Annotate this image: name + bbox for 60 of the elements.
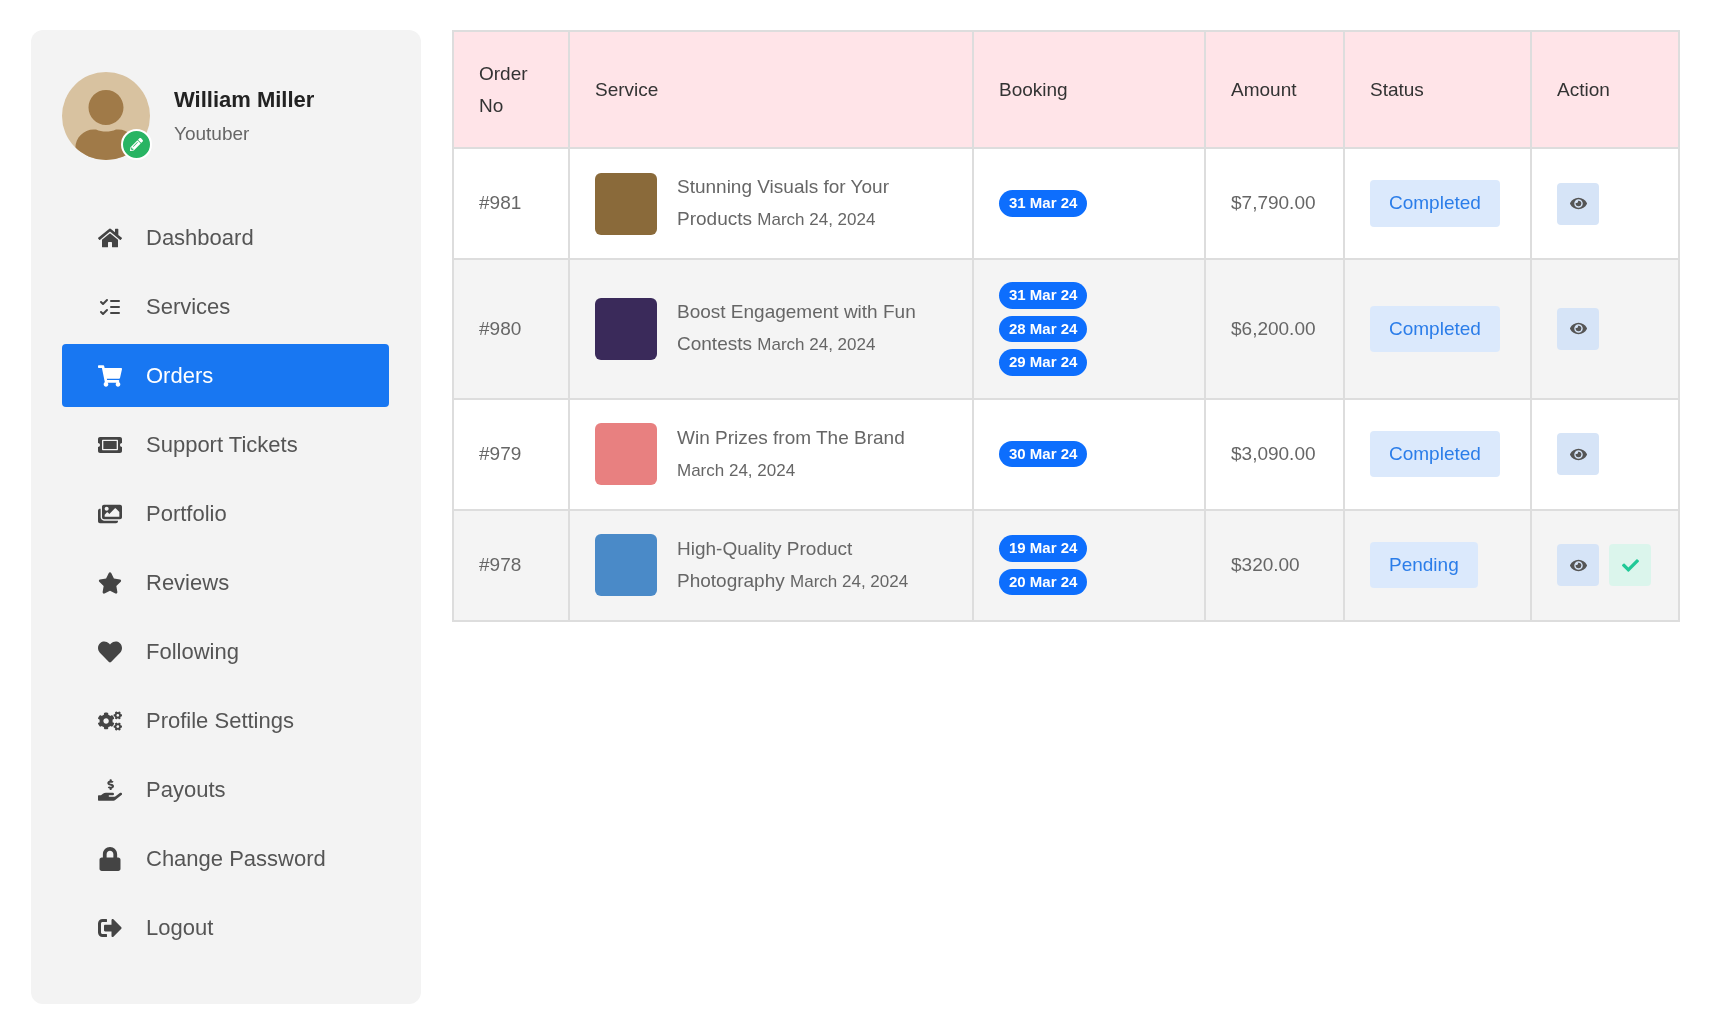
status-badge: Pending — [1370, 541, 1478, 589]
booking-date-badge: 29 Mar 24 — [999, 349, 1088, 376]
eye-icon — [1569, 195, 1587, 212]
booking-date-badge: 30 Mar 24 — [999, 440, 1088, 468]
view-button[interactable] — [1557, 182, 1599, 225]
heart-icon — [98, 639, 122, 664]
service-title: Win Prizes from The Brand March 24, 2024 — [677, 425, 906, 482]
view-button[interactable] — [1557, 307, 1599, 350]
amount: $6,200.00 — [1231, 317, 1316, 339]
nav-item[interactable]: Services — [62, 275, 389, 338]
profile-name: William Miller — [174, 86, 315, 115]
nav-item[interactable]: Logout — [62, 896, 389, 959]
service-title: Stunning Visuals for Your Products March 24, 2024 — [677, 175, 890, 231]
nav-item[interactable]: Payouts — [62, 758, 389, 821]
nav-item[interactable]: Change Password — [62, 827, 389, 890]
photo-placeholder — [595, 423, 657, 485]
lock-icon — [98, 846, 122, 871]
nav-item[interactable]: Reviews — [62, 551, 389, 614]
booking-date-badge: 28 Mar 24 — [999, 315, 1088, 342]
booking-date-badge: 31 Mar 24 — [999, 190, 1088, 217]
pencil-icon — [130, 138, 143, 151]
order-number: #979 — [479, 442, 522, 464]
service-title: High-Quality Product Photography March 24, 2024 — [677, 536, 910, 593]
nav-item[interactable]: Dashboard — [62, 206, 389, 269]
column-header: Booking — [999, 78, 1068, 100]
gears-icon — [98, 708, 122, 733]
order-number: #978 — [479, 553, 522, 575]
nav-item[interactable]: Following — [62, 620, 389, 683]
booking-date-badge: 31 Mar 24 — [999, 282, 1088, 309]
status-badge: Completed — [1370, 430, 1500, 478]
nav-item[interactable]: Orders — [62, 344, 389, 407]
column-header: Status — [1370, 78, 1424, 100]
photo-placeholder — [595, 297, 657, 360]
nav-item[interactable]: Profile Settings — [62, 689, 389, 752]
cart-icon — [98, 363, 122, 388]
column-header: Service — [595, 78, 659, 100]
booking-date-badge: 20 Mar 24 — [999, 568, 1088, 595]
view-button[interactable] — [1557, 544, 1599, 586]
photo-placeholder — [595, 172, 657, 235]
nav-item[interactable]: Portfolio — [62, 482, 389, 545]
nav-item[interactable]: Support Tickets — [62, 413, 389, 476]
profile-role: Youtuber — [174, 122, 251, 147]
status-badge: Completed — [1370, 180, 1500, 227]
hand-money-icon — [98, 777, 122, 802]
status-badge: Completed — [1370, 305, 1500, 352]
amount: $3,090.00 — [1231, 442, 1316, 464]
order-number: #981 — [479, 192, 522, 214]
view-button[interactable] — [1557, 433, 1599, 475]
check-icon — [1621, 556, 1639, 574]
amount: $7,790.00 — [1231, 192, 1316, 214]
amount: $320.00 — [1231, 553, 1300, 575]
star-icon — [98, 570, 122, 595]
column-header: Order No — [479, 62, 528, 116]
booking-date-badge: 19 Mar 24 — [999, 535, 1088, 562]
column-header: Amount — [1231, 78, 1297, 100]
service-title: Boost Engagement with Fun Contests March 24, 2024 — [677, 300, 917, 357]
photo-placeholder — [595, 534, 657, 596]
column-header: Action — [1557, 78, 1610, 100]
edit-avatar-button[interactable] — [121, 129, 152, 160]
order-number: #980 — [479, 317, 522, 339]
